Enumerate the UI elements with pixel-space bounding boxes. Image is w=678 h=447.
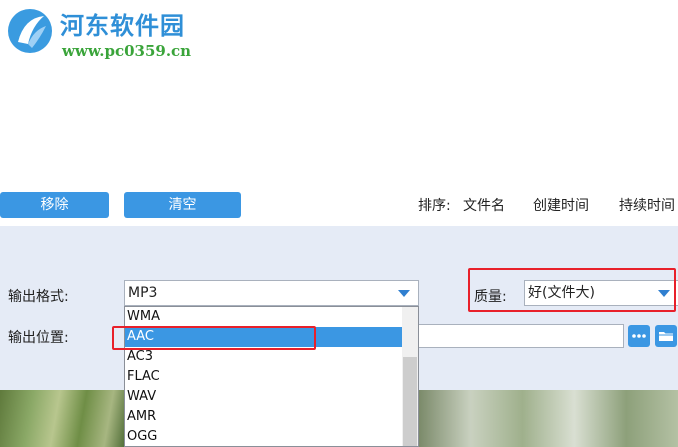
sort-by-filename[interactable]: 文件名: [463, 195, 505, 215]
sort-by-duration[interactable]: 持续时间: [619, 195, 675, 215]
format-option-ogg[interactable]: OGG: [125, 427, 403, 446]
watermark: 河东软件园 www.pc0359.cn: [0, 0, 230, 70]
output-format-value: MP3: [128, 285, 158, 301]
open-folder-button[interactable]: [655, 325, 677, 347]
dropdown-scrollbar[interactable]: [402, 307, 418, 446]
format-option-wma[interactable]: WMA: [125, 307, 403, 327]
browse-button[interactable]: [628, 325, 650, 347]
remove-button[interactable]: 移除: [0, 192, 109, 218]
output-location-input[interactable]: [418, 324, 624, 348]
folder-icon: [659, 332, 673, 341]
format-option-ac3[interactable]: AC3: [125, 347, 403, 367]
clear-button[interactable]: 清空: [124, 192, 241, 218]
site-logo-icon: [8, 9, 52, 53]
format-option-amr[interactable]: AMR: [125, 407, 403, 427]
sort-label: 排序:: [418, 198, 451, 214]
format-option-wav[interactable]: WAV: [125, 387, 403, 407]
output-format-select[interactable]: MP3: [124, 280, 419, 306]
background-photo-left: [0, 390, 124, 447]
chevron-down-icon: [398, 290, 410, 297]
output-location-label: 输出位置:: [8, 330, 69, 346]
sort-by-created-time[interactable]: 创建时间: [533, 195, 589, 215]
annotation-highlight-aac: [112, 326, 316, 350]
more-dots-icon: [632, 334, 646, 338]
format-option-flac[interactable]: FLAC: [125, 367, 403, 387]
dropdown-scrollbar-thumb[interactable]: [403, 357, 417, 446]
background-photo-right: [419, 390, 678, 447]
output-format-label: 输出格式:: [8, 289, 69, 305]
watermark-title: 河东软件园: [60, 11, 185, 40]
watermark-url: www.pc0359.cn: [62, 42, 192, 60]
annotation-highlight-quality: [468, 268, 676, 312]
